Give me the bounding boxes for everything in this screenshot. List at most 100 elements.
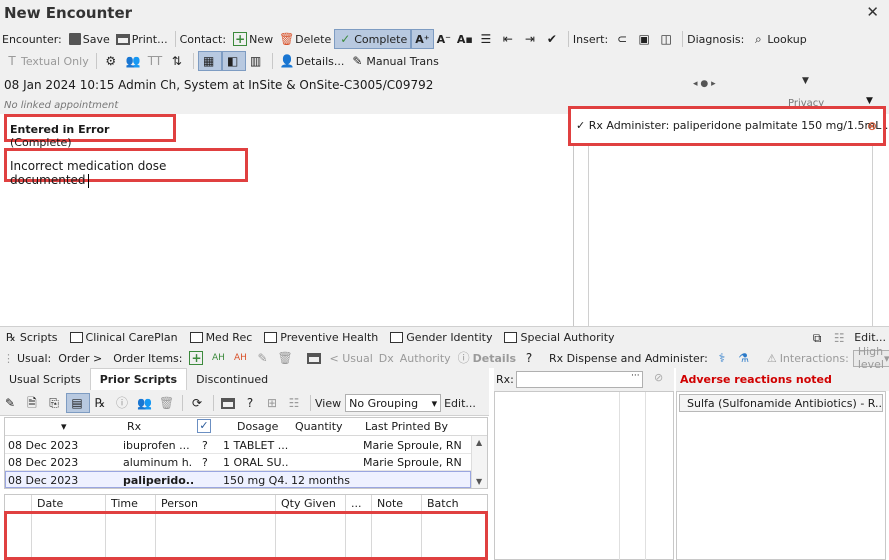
print-order-button[interactable] <box>304 348 326 368</box>
dispense-button[interactable]: ⚕ <box>712 348 734 368</box>
col-quantity[interactable]: Quantity <box>295 418 343 435</box>
scroll-down-icon[interactable]: ▼ <box>476 477 482 486</box>
font-size-down-button[interactable]: A⁻ <box>434 29 454 49</box>
text-transform-button[interactable]: TT <box>145 51 167 71</box>
details-button[interactable]: 👤 Details... <box>277 51 348 71</box>
print-button[interactable]: Print... <box>113 29 171 49</box>
more-icon[interactable]: ··· <box>631 371 640 381</box>
col-more[interactable]: ... <box>351 495 362 512</box>
sort-down-icon[interactable]: ▾ <box>61 418 67 435</box>
col-rx[interactable]: Rx <box>127 418 141 435</box>
indent-icon: ⇥ <box>524 32 535 46</box>
view-grouping-select[interactable]: No Grouping ▾ <box>345 394 442 412</box>
subtab-discontinued[interactable]: Discontinued <box>187 369 277 391</box>
layout-split-button[interactable]: ◧ <box>221 51 246 71</box>
col-note[interactable]: Note <box>377 495 403 512</box>
close-icon[interactable]: ✕ <box>866 3 879 21</box>
order-button[interactable]: Order > <box>55 348 105 368</box>
rx-list[interactable] <box>494 391 674 560</box>
rx-delete-button[interactable]: 🗑 <box>156 393 178 413</box>
insert-gallery-button[interactable]: ◫ <box>656 29 678 49</box>
scroll-up-icon[interactable]: ▲ <box>476 438 482 447</box>
table-row-selected[interactable]: 08 Dec 2023 paliperido... 150 mg Q4... 1… <box>5 471 471 488</box>
refresh-button[interactable]: ⟳ <box>187 393 209 413</box>
interactions-select[interactable]: High level ▾ <box>852 345 889 371</box>
grid-options-button[interactable]: ⊞ <box>262 393 284 413</box>
usual-link-button[interactable]: < Usual <box>326 348 375 368</box>
tab-special-authority[interactable]: Special Authority <box>498 328 620 348</box>
col-dosage[interactable]: Dosage <box>237 418 278 435</box>
textual-only-button[interactable]: T Textual Only <box>2 51 92 71</box>
details-info-button[interactable]: ⓘ Details <box>454 348 519 368</box>
lookup-button[interactable]: ⌕ Lookup <box>748 29 809 49</box>
add-ah-alt-button[interactable]: AH <box>230 348 252 368</box>
add-ah-button[interactable]: AH <box>208 348 230 368</box>
outdent-button[interactable]: ⇤ <box>498 29 520 49</box>
new-contact-button[interactable]: + New <box>230 29 276 49</box>
col-person[interactable]: Person <box>161 495 198 512</box>
delete-item-button[interactable]: 🗑 <box>274 348 296 368</box>
col-last-printed[interactable]: Last Printed By <box>365 418 448 435</box>
font-color-button[interactable]: A▪ <box>454 29 476 49</box>
rx-administer-item[interactable]: Rx Administer: paliperidone palmitate 15… <box>589 119 889 132</box>
dx-button[interactable]: Dx <box>376 348 397 368</box>
copy-rx-button[interactable]: ⎘ <box>44 393 66 413</box>
font-size-up-button[interactable]: A⁺ <box>411 29 434 49</box>
rx-help-button[interactable]: ? <box>240 393 262 413</box>
table-row[interactable]: 08 Dec 2023 aluminum h... ? 1 ORAL SU...… <box>5 454 471 471</box>
adverse-reaction-item[interactable]: Sulfa (Sulfonamide Antibiotics) - R... <box>679 394 883 412</box>
rx-button[interactable]: ℞ <box>90 393 112 413</box>
complete-button[interactable]: ✓ Complete <box>334 29 412 49</box>
insert-image-button[interactable]: ▣ <box>634 29 656 49</box>
insert-link-button[interactable]: ⊂ <box>612 29 634 49</box>
print-rx-button[interactable] <box>218 393 240 413</box>
indent-button[interactable]: ⇥ <box>520 29 542 49</box>
save-button[interactable]: Save <box>66 29 113 49</box>
rx-info-button[interactable]: ⓘ <box>112 393 134 413</box>
rx-users-button[interactable]: 👥 <box>134 393 156 413</box>
pager-dots-icon[interactable]: ◂ ● ▸ <box>693 79 716 89</box>
add-item-button[interactable]: + <box>186 348 208 368</box>
users-button[interactable]: 👥 <box>123 51 145 71</box>
table-row[interactable]: 08 Dec 2023 ibuprofen ... ? 1 TABLET ...… <box>5 437 471 454</box>
col-batch[interactable]: Batch <box>427 495 459 512</box>
vertical-scrollbar[interactable]: ▲ ▼ <box>471 436 487 488</box>
privacy-dropdown-icon[interactable]: ▼ <box>866 96 873 106</box>
tab-preventive-health[interactable]: Preventive Health <box>258 328 384 348</box>
list-view-button[interactable]: ▤ <box>66 393 90 413</box>
subtab-usual-scripts[interactable]: Usual Scripts <box>0 369 90 391</box>
chevron-down-icon[interactable]: ▼ <box>802 76 809 86</box>
columns-button[interactable]: ☷ <box>284 393 306 413</box>
edit-rx-button[interactable]: ✎ <box>0 393 22 413</box>
tab-med-rec[interactable]: Med Rec <box>184 328 259 348</box>
popout-button[interactable]: ⧉ <box>807 328 829 348</box>
copy-icon: ⎘ <box>49 396 59 410</box>
delete-contact-button[interactable]: 🗑 Delete <box>276 29 334 49</box>
settings-button[interactable]: ⚙ <box>101 51 123 71</box>
tab-gender-identity[interactable]: Gender Identity <box>384 328 498 348</box>
checkbox-header-icon[interactable]: ✓ <box>197 419 211 433</box>
manual-trans-button[interactable]: ✎ Manual Trans <box>347 51 442 71</box>
tab-clinical-careplan[interactable]: Clinical CarePlan <box>64 328 184 348</box>
col-date[interactable]: Date <box>37 495 63 512</box>
sort-button[interactable]: ⇅ <box>167 51 189 71</box>
help-button[interactable]: ? <box>519 348 541 368</box>
authority-button[interactable]: Authority <box>397 348 454 368</box>
col-time[interactable]: Time <box>111 495 138 512</box>
checklist-button[interactable]: ☷ <box>829 328 851 348</box>
remove-icon[interactable]: ⊗ <box>867 119 877 133</box>
rx-edit-button[interactable]: Edit... <box>441 393 479 413</box>
tab-scripts[interactable]: ℞ Scripts <box>0 328 64 348</box>
new-rx-button[interactable]: 🗎 <box>22 393 44 413</box>
subtab-prior-scripts[interactable]: Prior Scripts <box>89 368 188 390</box>
col-qty-given[interactable]: Qty Given <box>281 495 336 512</box>
layout-single-button[interactable]: ▦ <box>197 51 222 71</box>
bullet-list-button[interactable]: ☰ <box>476 29 498 49</box>
administer-button[interactable]: ⚗ <box>734 348 756 368</box>
clear-icon[interactable]: ⊘ <box>654 371 663 384</box>
rx-search-input[interactable] <box>516 371 643 388</box>
rx-administer-highlight: ✓ Rx Administer: paliperidone palmitate … <box>568 106 889 146</box>
edit-item-button[interactable]: ✎ <box>252 348 274 368</box>
layout-grid-button[interactable]: ▥ <box>246 51 268 71</box>
spellcheck-button[interactable]: ✔ <box>542 29 564 49</box>
